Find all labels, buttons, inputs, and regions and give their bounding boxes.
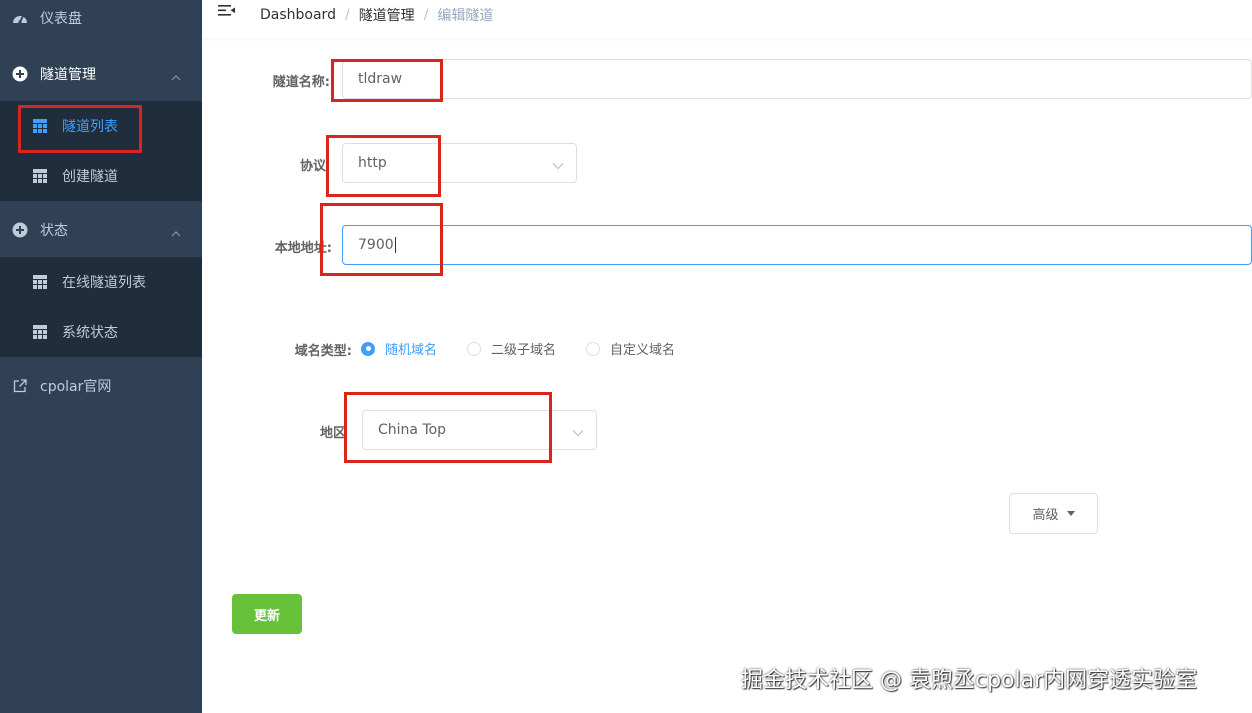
breadcrumb-current: 编辑隧道	[437, 8, 494, 24]
grid-icon	[33, 119, 47, 133]
chevron-up-icon	[171, 225, 181, 241]
watermark: 掘金技术社区 @ 袁煦丞cpolar内网穿透实验室	[741, 668, 1198, 693]
protocol-value: http	[358, 155, 387, 171]
grid-icon	[33, 169, 47, 183]
breadcrumb-dashboard[interactable]: Dashboard	[260, 7, 336, 23]
chevron-down-icon	[552, 158, 564, 174]
sidebar-item-label: 隧道管理	[40, 67, 96, 83]
top-navbar: Dashboard / 隧道管理 / 编辑隧道	[202, 0, 1252, 38]
chevron-up-icon	[171, 69, 181, 85]
update-button[interactable]: 更新	[232, 594, 302, 634]
protocol-select[interactable]: http	[342, 143, 577, 183]
advanced-label: 高级	[1032, 508, 1059, 523]
circle-plus-icon	[11, 65, 29, 83]
region-label: 地区	[319, 426, 346, 441]
sidebar-item-tunnel-list[interactable]: 隧道列表	[0, 101, 202, 151]
sidebar: 仪表盘 隧道管理 隧道列表 创建隧道 状态 在线隧道列表 系统状态 cpolar…	[0, 0, 202, 713]
breadcrumb-separator: /	[344, 7, 350, 23]
advanced-dropdown-button[interactable]: 高级	[1009, 493, 1098, 534]
sidebar-item-label: 系统状态	[62, 325, 118, 341]
breadcrumb-separator: /	[423, 7, 429, 23]
radio-checked-icon	[361, 341, 375, 356]
tunnel-name-value: tldraw	[358, 71, 403, 87]
tunnel-name-input[interactable]: tldraw	[342, 59, 1252, 99]
local-address-input[interactable]: 7900	[342, 225, 1252, 265]
sidebar-item-label: 状态	[40, 223, 68, 239]
sidebar-item-label: cpolar官网	[40, 379, 112, 395]
sidebar-item-tunnel-management[interactable]: 隧道管理	[0, 48, 202, 100]
sidebar-item-label: 隧道列表	[62, 119, 118, 135]
sidebar-item-online-tunnels[interactable]: 在线隧道列表	[0, 257, 202, 307]
radio-random-domain[interactable]: 随机域名	[361, 339, 437, 358]
sidebar-item-create-tunnel[interactable]: 创建隧道	[0, 151, 202, 201]
caret-down-icon	[1066, 511, 1075, 516]
dashboard-icon	[11, 9, 29, 27]
radio-label: 自定义域名	[610, 343, 676, 358]
radio-label: 随机域名	[385, 343, 438, 358]
sidebar-item-label: 创建隧道	[62, 169, 118, 185]
hamburger-icon[interactable]	[218, 4, 238, 24]
domain-type-radio-group: 随机域名 二级子域名 自定义域名	[361, 339, 705, 358]
protocol-label: 协议	[299, 159, 326, 174]
radio-subdomain[interactable]: 二级子域名	[467, 339, 556, 358]
region-select[interactable]: China Top	[362, 410, 597, 450]
sidebar-item-dashboard[interactable]: 仪表盘	[0, 0, 202, 44]
sidebar-item-label: 在线隧道列表	[62, 275, 146, 291]
radio-unchecked-icon	[467, 341, 482, 356]
domain-type-label: 域名类型:	[294, 344, 352, 359]
external-link-icon	[11, 377, 29, 395]
chevron-down-icon	[572, 425, 584, 441]
radio-custom-domain[interactable]: 自定义域名	[586, 339, 675, 358]
breadcrumb-tunnel-management[interactable]: 隧道管理	[359, 5, 415, 25]
region-value: China Top	[378, 422, 447, 438]
update-label: 更新	[253, 608, 280, 624]
breadcrumb: Dashboard / 隧道管理 / 编辑隧道	[260, 5, 493, 25]
sidebar-item-status[interactable]: 状态	[0, 204, 202, 256]
grid-icon	[33, 325, 47, 339]
sidebar-item-label: 仪表盘	[40, 11, 82, 27]
text-cursor	[394, 237, 396, 253]
grid-icon	[33, 275, 47, 289]
sidebar-item-system-status[interactable]: 系统状态	[0, 307, 202, 357]
local-address-value: 7900	[358, 237, 394, 253]
sidebar-item-cpolar-site[interactable]: cpolar官网	[0, 360, 202, 412]
tunnel-name-label: 隧道名称:	[272, 75, 330, 90]
local-address-label: 本地地址:	[274, 241, 332, 256]
radio-label: 二级子域名	[491, 343, 557, 358]
radio-unchecked-icon	[586, 341, 601, 356]
circle-plus-icon	[11, 221, 29, 239]
